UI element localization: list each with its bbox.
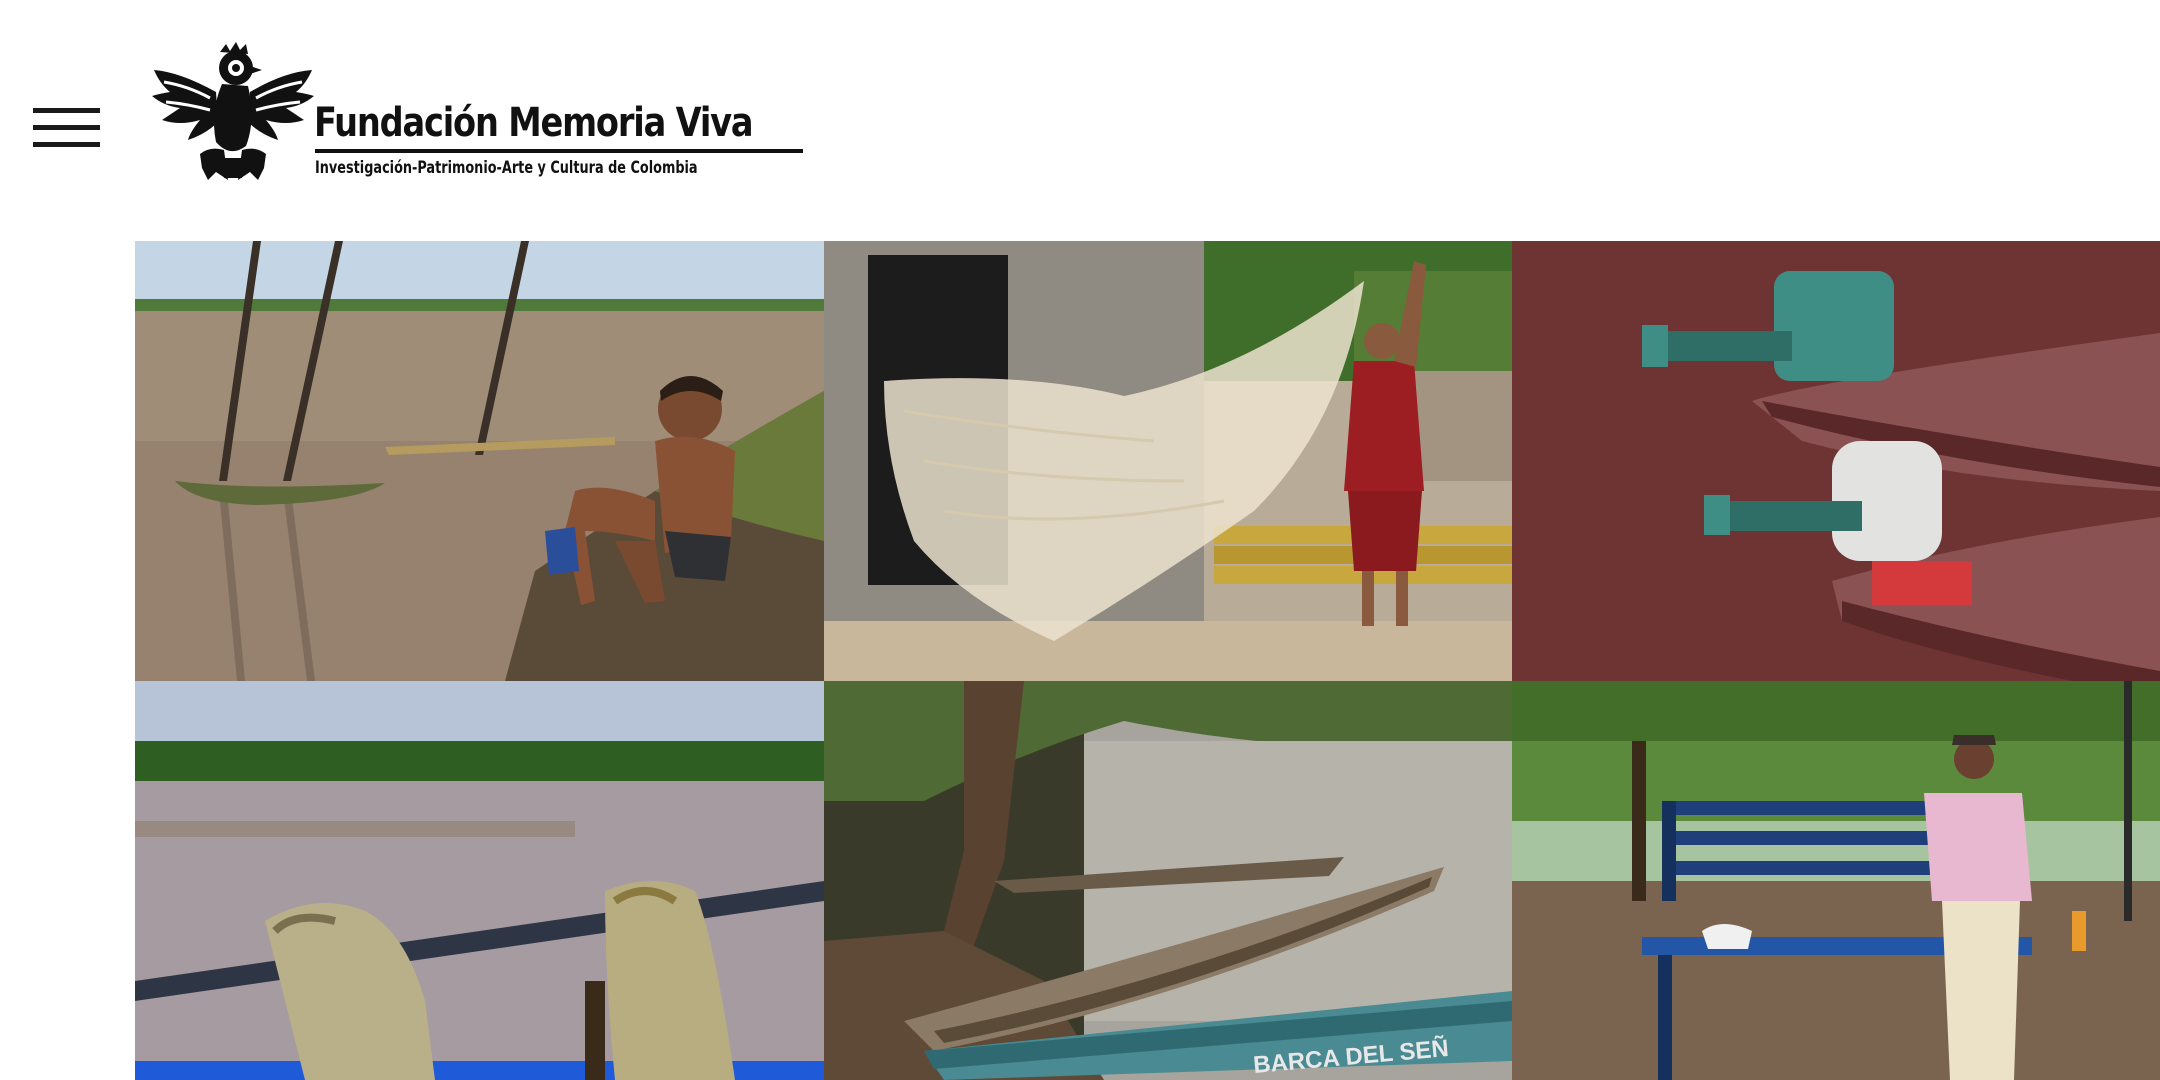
bird-emblem-icon	[152, 42, 314, 180]
logo-divider	[315, 149, 803, 153]
photo-gallery: BARCA DEL SEÑ	[135, 241, 2160, 1080]
nets-on-railing-photo[interactable]	[135, 681, 824, 1080]
site-header: Fundación Memoria Viva Investigación-Pat…	[0, 0, 2160, 240]
man-holding-fishing-net-photo[interactable]	[824, 241, 1512, 681]
boy-on-riverbank-photo[interactable]	[135, 241, 824, 681]
man-on-bench-photo[interactable]	[1512, 681, 2160, 1080]
site-logo[interactable]: Fundación Memoria Viva Investigación-Pat…	[150, 42, 803, 182]
logo-subtitle: Investigación-Patrimonio-Arte y Cultura …	[315, 158, 698, 178]
canoes-on-river-photo[interactable]: BARCA DEL SEÑ	[824, 681, 1512, 1080]
hamburger-menu-icon[interactable]	[33, 108, 100, 148]
outboard-motors-on-boats-photo[interactable]	[1512, 241, 2160, 681]
logo-title: Fundación Memoria Viva	[314, 100, 754, 146]
